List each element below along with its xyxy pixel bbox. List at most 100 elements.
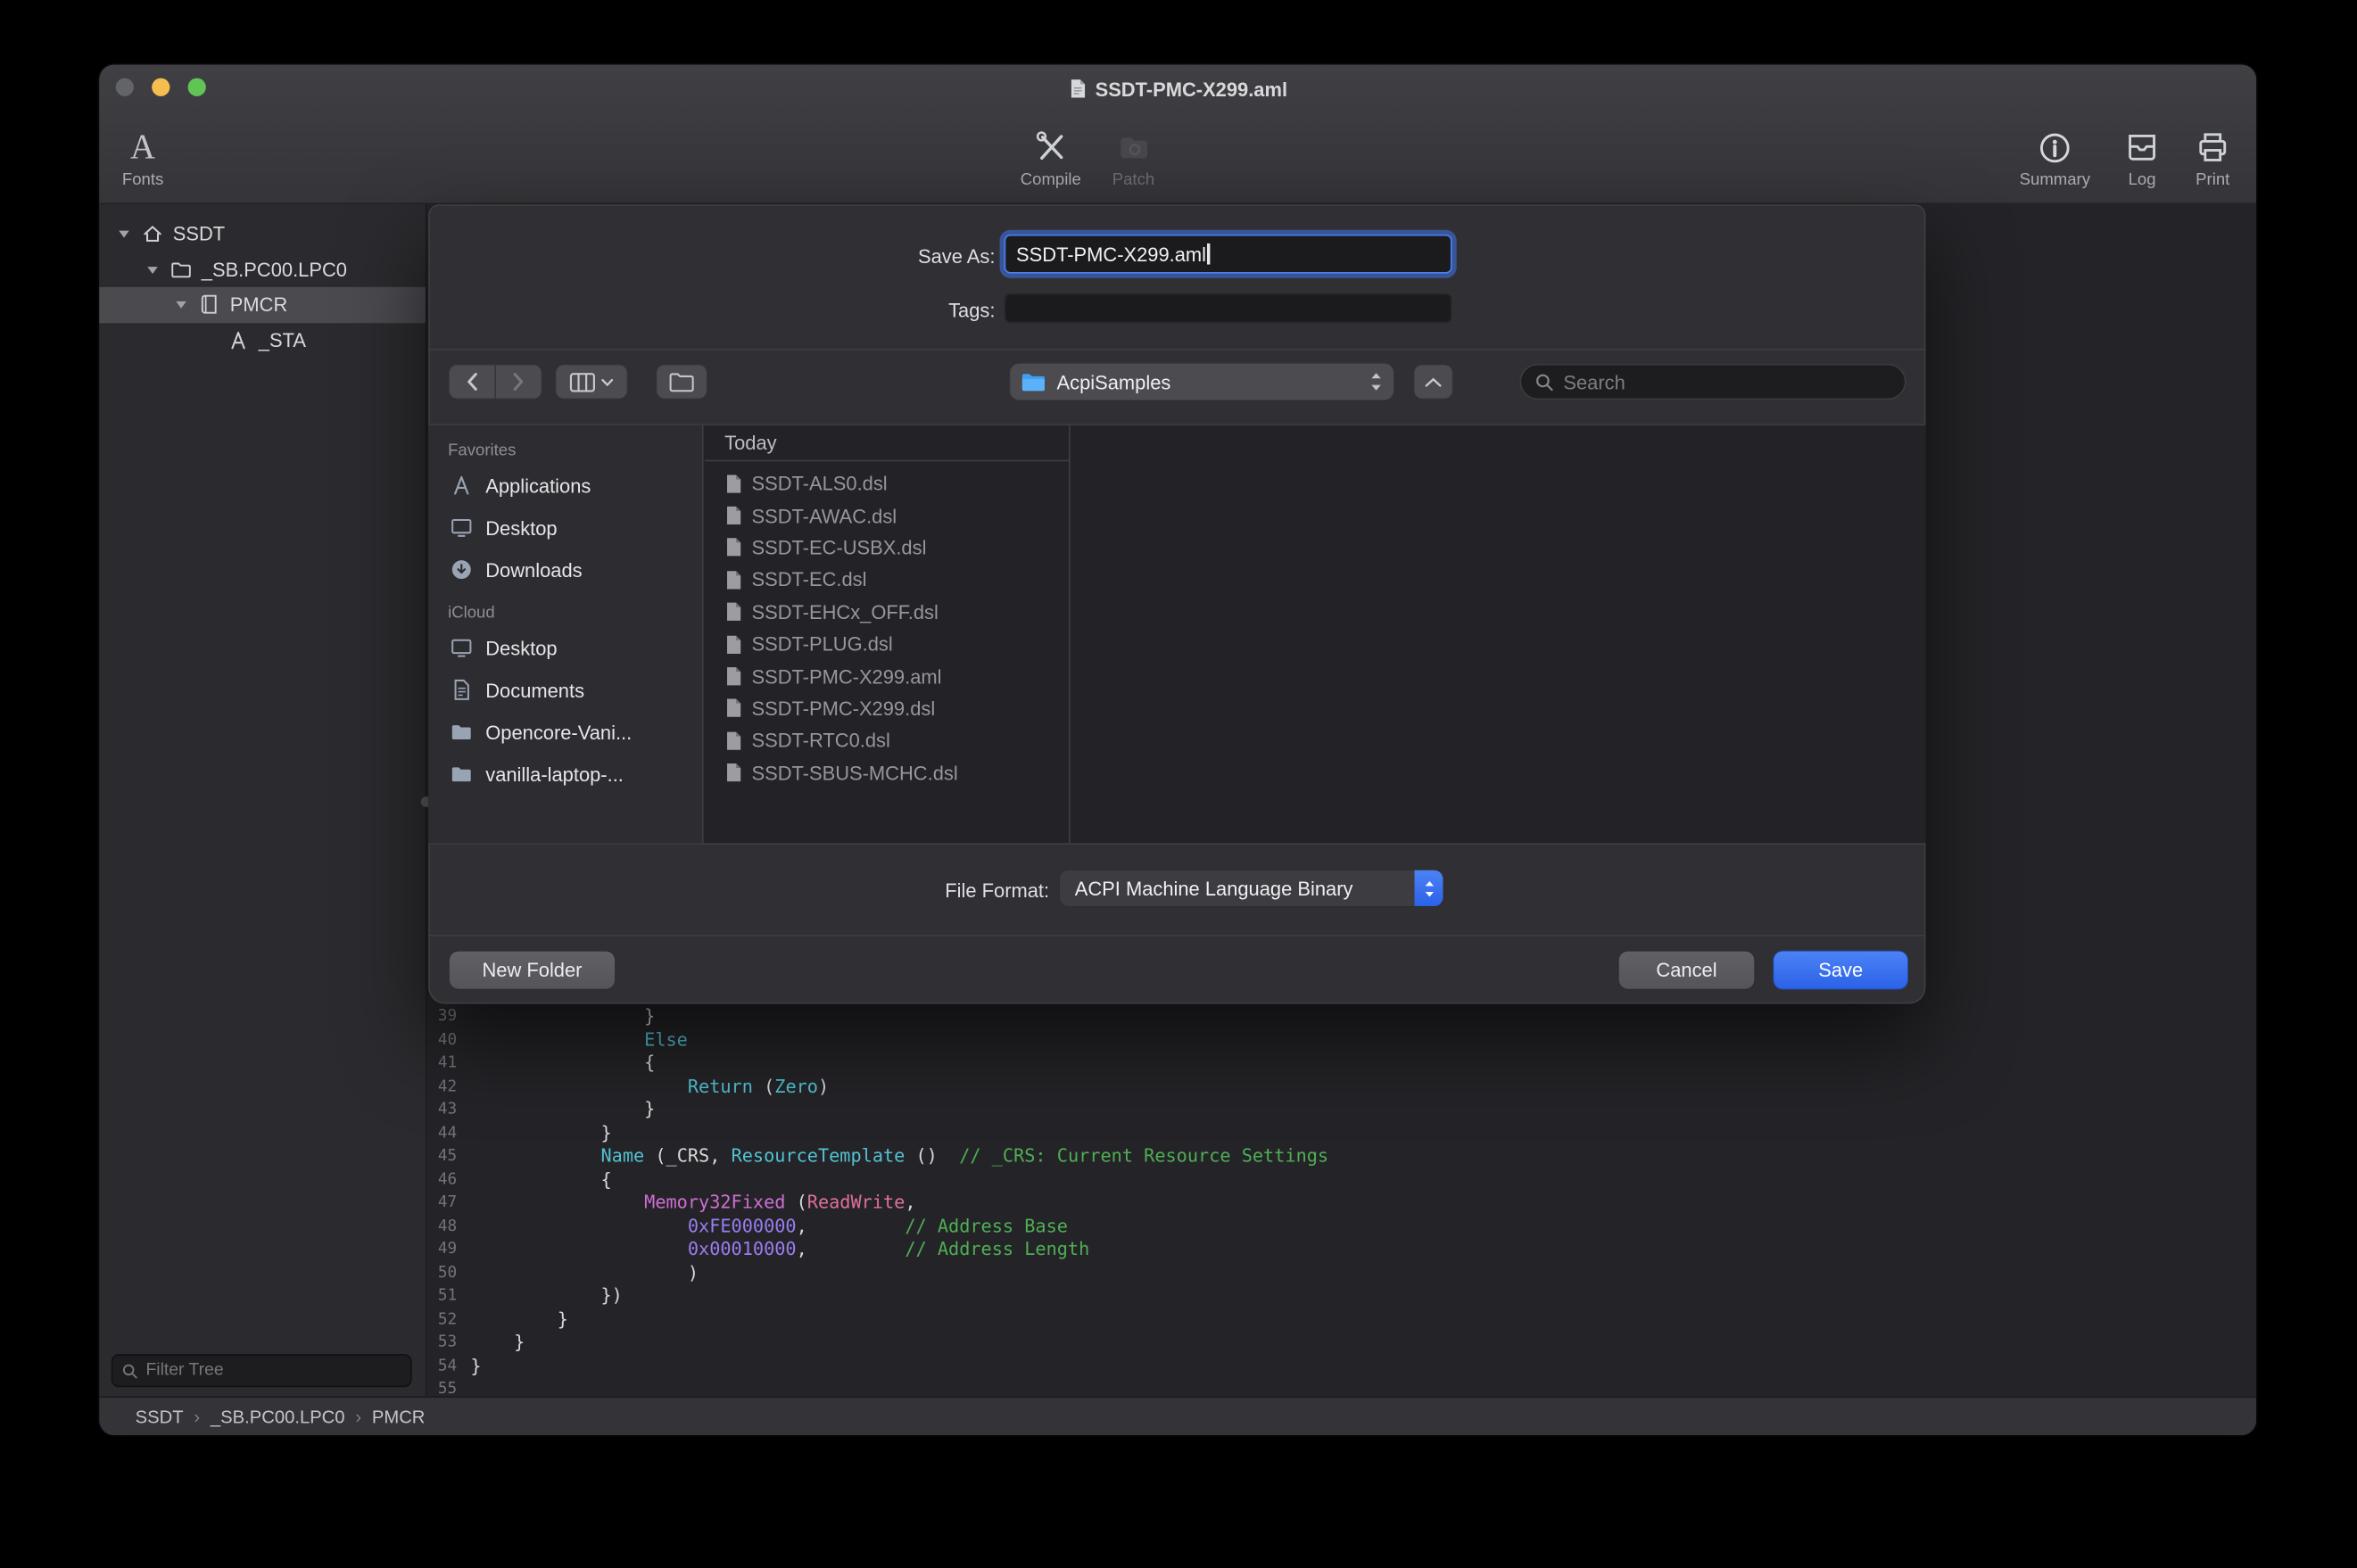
code-text: Return (Zero): [457, 1076, 829, 1099]
filter-tree-field[interactable]: Filter Tree: [112, 1354, 412, 1387]
code-line: 46 {: [427, 1168, 2257, 1192]
line-number: 42: [427, 1076, 458, 1099]
forward-button[interactable]: [496, 365, 542, 398]
maciasl-window: SSDT-PMC-X299.aml A Fonts Compile Patch: [99, 64, 2256, 1435]
file-list: SSDT-ALS0.dslSSDT-AWAC.dslSSDT-EC-USBX.d…: [705, 467, 1069, 788]
columns-view-icon: [570, 372, 596, 392]
toolbar-log-button[interactable]: Log: [2124, 127, 2160, 190]
tree-item-sb-pc00-lpc0[interactable]: _SB.PC00.LPC0: [99, 252, 426, 287]
file-item-label: SSDT-PMC-X299.dsl: [751, 697, 935, 720]
location-value: AcpiSamples: [1057, 370, 1360, 392]
code-line: 52 }: [427, 1308, 2257, 1332]
code-line: 40 Else: [427, 1028, 2257, 1052]
file-item-label: SSDT-AWAC.dsl: [751, 504, 897, 526]
line-number: 53: [427, 1332, 458, 1355]
file-item-ssdt-ec-usbx-dsl: SSDT-EC-USBX.dsl: [705, 532, 1069, 564]
file-icon: [724, 763, 742, 784]
sidebar-item-vanilla-laptop[interactable]: vanilla-laptop-...: [428, 753, 702, 795]
cancel-button[interactable]: Cancel: [1619, 952, 1755, 989]
disclosure-triangle-icon[interactable]: [171, 295, 191, 315]
desktop-icon: [448, 516, 474, 540]
file-item-ssdt-pmc-x299-aml: SSDT-PMC-X299.aml: [705, 660, 1069, 692]
tree-item-sta[interactable]: _STA: [99, 322, 426, 358]
code-line: 39 }: [427, 1005, 2257, 1028]
toolbar-fonts-button[interactable]: A Fonts: [122, 127, 163, 190]
search-field[interactable]: Search: [1519, 364, 1906, 400]
tree-item-label: _STA: [259, 329, 306, 351]
file-item-ssdt-pmc-x299-dsl: SSDT-PMC-X299.dsl: [705, 692, 1069, 724]
line-number: 49: [427, 1238, 458, 1261]
view-mode-button[interactable]: [556, 365, 626, 398]
line-number: 40: [427, 1028, 458, 1052]
save-as-label: Save As:: [428, 245, 995, 268]
save-button[interactable]: Save: [1774, 952, 1907, 989]
breadcrumb-item-pmcr: PMCR: [372, 1406, 426, 1427]
sidebar-item-desktop[interactable]: Desktop: [428, 627, 702, 669]
folder-icon: [669, 372, 695, 392]
toolbar-summary-button[interactable]: Summary: [2020, 127, 2090, 190]
line-number: 52: [427, 1308, 458, 1332]
toolbar-summary-label: Summary: [2020, 171, 2090, 189]
code-text: }: [457, 1005, 655, 1028]
sidebar-item-applications[interactable]: Applications: [428, 465, 702, 507]
code-line: 53 }: [427, 1332, 2257, 1355]
code-text: Else: [457, 1028, 688, 1052]
file-item-label: SSDT-EHCx_OFF.dsl: [751, 601, 938, 623]
collapse-panel-button[interactable]: [1415, 365, 1452, 398]
divider: [428, 349, 1925, 351]
sidebar-group-header-icloud: iCloud: [448, 604, 702, 622]
toolbar-compile-button[interactable]: Compile: [1021, 127, 1081, 190]
file-item-label: SSDT-EC-USBX.dsl: [751, 536, 926, 558]
sidebar-item-label: Documents: [485, 679, 584, 701]
tree-item-pmcr[interactable]: PMCR: [99, 287, 426, 323]
folder-tool-button[interactable]: [657, 365, 707, 398]
window-header: SSDT-PMC-X299.aml A Fonts Compile Patch: [99, 64, 2256, 204]
book-icon: [197, 293, 221, 317]
code-line: 51 }): [427, 1285, 2257, 1308]
sidebar-item-opencore-vani[interactable]: Opencore-Vani...: [428, 711, 702, 753]
file-icon: [724, 730, 742, 752]
disclosure-triangle-icon[interactable]: [143, 260, 162, 279]
sidebar-item-label: Opencore-Vani...: [485, 721, 632, 743]
sidebar-item-desktop[interactable]: Desktop: [428, 507, 702, 549]
search-icon: [1534, 372, 1554, 392]
tags-label: Tags:: [428, 299, 995, 321]
save-as-input[interactable]: SSDT-PMC-X299.aml: [1005, 235, 1452, 274]
file-item-label: SSDT-RTC0.dsl: [751, 730, 889, 752]
sidebar-item-downloads[interactable]: Downloads: [428, 549, 702, 590]
sidebar-item-label: Downloads: [485, 558, 582, 581]
new-folder-button[interactable]: New Folder: [450, 952, 615, 989]
file-format-popup[interactable]: ACPI Machine Language Binary: [1060, 871, 1443, 906]
line-number: 39: [427, 1005, 458, 1028]
line-number: 41: [427, 1052, 458, 1075]
code-text: }: [457, 1099, 655, 1122]
window-title: SSDT-PMC-X299.aml: [99, 64, 2256, 112]
folder-icon: [1021, 372, 1046, 392]
downloads-icon: [448, 557, 474, 582]
info-icon: [2038, 127, 2072, 169]
tree-item-ssdt[interactable]: SSDT: [99, 217, 426, 252]
file-format-label: File Format:: [428, 879, 1049, 902]
toolbar-print-button[interactable]: Print: [2195, 127, 2230, 190]
file-icon: [724, 665, 742, 687]
tags-input[interactable]: [1005, 293, 1452, 324]
code-text: {: [457, 1168, 611, 1192]
file-item-label: SSDT-PMC-X299.aml: [751, 665, 941, 688]
document-icon: [1068, 78, 1086, 100]
back-button[interactable]: [450, 365, 495, 398]
file-icon: [724, 633, 742, 655]
folder-filled-icon: [448, 720, 474, 744]
file-icon: [724, 698, 742, 720]
location-popup[interactable]: AcpiSamples: [1010, 364, 1394, 400]
desktop-icon: [448, 636, 474, 660]
disclosure-triangle-icon[interactable]: [114, 224, 134, 243]
file-item-ssdt-ec-dsl: SSDT-EC.dsl: [705, 564, 1069, 596]
code-text: 0x00010000, // Address Length: [457, 1238, 1089, 1261]
sidebar-item-documents[interactable]: Documents: [428, 669, 702, 711]
file-icon: [724, 601, 742, 623]
line-number: 46: [427, 1168, 458, 1192]
toolbar-fonts-label: Fonts: [122, 171, 163, 189]
code-text: }): [457, 1285, 623, 1308]
file-item-ssdt-rtc0-dsl: SSDT-RTC0.dsl: [705, 724, 1069, 756]
code-line: 43 }: [427, 1099, 2257, 1122]
